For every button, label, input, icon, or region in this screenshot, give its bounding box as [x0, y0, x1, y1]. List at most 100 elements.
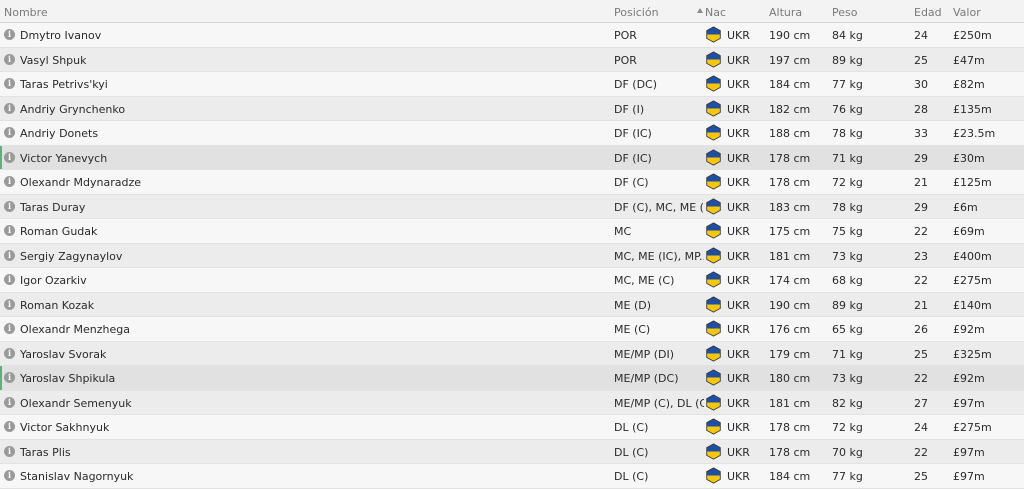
player-value: £47m — [953, 53, 985, 67]
player-name[interactable]: Yaroslav Svorak — [20, 348, 106, 361]
table-row[interactable]: i Taras Plis DL (C) UKR 178 cm 70 kg 22 £97m — [0, 439, 1024, 464]
player-position: POR — [614, 53, 637, 67]
info-icon[interactable]: i — [4, 225, 15, 236]
player-value: £275m — [953, 421, 992, 434]
table-row[interactable]: i Taras Duray DF (C), MC, ME (UKR 183 cm 78 … — [0, 194, 1024, 219]
squad-table: Nombre Posición Nac Altura Peso Edad Val… — [0, 0, 1024, 489]
column-header-peso[interactable]: Peso — [832, 6, 857, 19]
player-name[interactable]: Victor Yanevych — [20, 152, 107, 165]
player-name[interactable]: Olexandr Semenyuk — [20, 397, 132, 410]
ukraine-flag-icon — [706, 393, 721, 411]
player-weight: 68 kg — [832, 274, 863, 287]
player-value: £125m — [953, 176, 992, 189]
table-row[interactable]: i Andriy Donets DF (IC) UKR 188 cm 78 kg 33 £23… — [0, 121, 1024, 146]
player-name[interactable]: Andriy Donets — [20, 127, 98, 140]
table-row[interactable]: i Yaroslav Svorak ME/MP (DI) UKR 179 cm 71 kg… — [0, 341, 1024, 366]
player-name[interactable]: Roman Gudak — [20, 225, 97, 238]
column-header-posicion[interactable]: Posición — [614, 6, 659, 19]
table-row[interactable]: i Victor Sakhnyuk DL (C) UKR 178 cm 72 kg 24 £2… — [0, 415, 1024, 440]
player-nationality: UKR — [727, 225, 750, 238]
column-header-nombre[interactable]: Nombre — [4, 6, 48, 19]
ukraine-flag-icon — [706, 320, 721, 337]
ukraine-flag-icon — [706, 99, 721, 117]
info-icon[interactable]: i — [4, 151, 15, 163]
player-age: 23 — [914, 249, 928, 263]
table-row[interactable]: i Olexandr Menzhega ME (C) UKR 176 cm 65 kg 26… — [0, 317, 1024, 342]
info-icon[interactable]: i — [4, 347, 15, 359]
info-icon[interactable]: i — [4, 29, 15, 40]
player-value: £82m — [953, 78, 985, 91]
player-height: 179 cm — [769, 347, 811, 361]
table-row[interactable]: i Roman Gudak MC UKR 175 cm 75 kg 22 £69m — [0, 219, 1024, 244]
player-name[interactable]: Taras Duray — [20, 201, 85, 214]
ukraine-flag-icon — [706, 344, 721, 362]
column-header-edad[interactable]: Edad — [914, 6, 942, 19]
info-icon[interactable]: i — [4, 445, 15, 457]
table-row[interactable]: i Igor Ozarkiv MC, ME (C) UKR 174 cm 68 kg 22 £… — [0, 268, 1024, 293]
column-header-valor[interactable]: Valor — [953, 6, 981, 19]
player-name[interactable]: Vasyl Shpuk — [20, 54, 86, 67]
info-icon[interactable]: i — [4, 372, 15, 383]
player-nationality: UKR — [727, 298, 750, 312]
player-age: 22 — [914, 225, 928, 238]
player-weight: 84 kg — [832, 29, 863, 42]
player-name[interactable]: Victor Sakhnyuk — [20, 421, 109, 434]
info-icon[interactable]: i — [4, 127, 15, 138]
table-row[interactable]: i Andriy Grynchenko DF (I) UKR 182 cm 76 kg 28… — [0, 96, 1024, 121]
info-icon[interactable]: i — [4, 396, 15, 408]
info-icon[interactable]: i — [4, 421, 15, 432]
table-row[interactable]: i Dmytro Ivanov POR UKR 190 cm 84 kg 24 £250m — [0, 23, 1024, 48]
player-name[interactable]: Taras Petrivs'kyi — [20, 78, 108, 91]
player-nationality: UKR — [727, 347, 750, 361]
info-icon[interactable]: i — [4, 78, 15, 89]
player-position: DF (C) — [614, 176, 649, 189]
player-height: 176 cm — [769, 323, 811, 336]
table-row[interactable]: i Roman Kozak ME (D) UKR 190 cm 89 kg 21 £140m — [0, 292, 1024, 317]
table-row[interactable]: i Taras Petrivs'kyi DF (DC) UKR 184 cm 77 kg 3… — [0, 72, 1024, 97]
player-age: 21 — [914, 176, 928, 189]
info-icon[interactable]: i — [4, 176, 15, 187]
player-position: ME (D) — [614, 298, 651, 312]
player-position: MC, ME (IC), MP... — [614, 249, 704, 263]
table-row[interactable]: i Vasyl Shpuk POR UKR 197 cm 89 kg 25 £47m — [0, 47, 1024, 72]
player-name[interactable]: Olexandr Menzhega — [20, 323, 130, 336]
player-name[interactable]: Olexandr Mdynaradze — [20, 176, 141, 189]
table-row[interactable]: i Victor Yanevych DF (IC) UKR 178 cm 71 kg 29 £… — [0, 145, 1024, 170]
player-nationality: UKR — [727, 323, 750, 336]
info-icon[interactable]: i — [4, 102, 15, 114]
player-nationality: UKR — [727, 127, 750, 140]
player-name[interactable]: Igor Ozarkiv — [20, 274, 87, 287]
selection-marker — [0, 145, 2, 169]
table-row[interactable]: i Olexandr Semenyuk ME/MP (C), DL (C) UKR 18… — [0, 390, 1024, 415]
player-name[interactable]: Dmytro Ivanov — [20, 29, 101, 42]
player-weight: 73 kg — [832, 372, 863, 385]
info-icon[interactable]: i — [4, 53, 15, 65]
ukraine-flag-icon — [706, 271, 721, 288]
player-name[interactable]: Andriy Grynchenko — [20, 103, 125, 116]
info-icon[interactable]: i — [4, 298, 15, 310]
player-value: £140m — [953, 298, 992, 312]
table-row[interactable]: i Yaroslav Shpikula ME/MP (DC) UKR 180 cm 73 … — [0, 366, 1024, 391]
player-name[interactable]: Sergiy Zagynaylov — [20, 250, 122, 263]
player-value: £97m — [953, 445, 985, 459]
player-age: 28 — [914, 102, 928, 116]
player-value: £400m — [953, 249, 992, 263]
player-nationality: UKR — [727, 151, 750, 165]
player-nationality: UKR — [727, 249, 750, 263]
player-name[interactable]: Taras Plis — [20, 446, 71, 459]
sort-ascending-icon — [697, 8, 703, 13]
player-name[interactable]: Yaroslav Shpikula — [20, 372, 115, 385]
info-icon[interactable]: i — [4, 249, 15, 261]
info-icon[interactable]: i — [4, 274, 15, 285]
info-icon[interactable]: i — [4, 323, 15, 334]
column-header-altura[interactable]: Altura — [769, 6, 802, 19]
player-name[interactable]: Roman Kozak — [20, 299, 94, 312]
player-height: 182 cm — [769, 102, 811, 116]
table-row[interactable]: i Sergiy Zagynaylov MC, ME (IC), MP... UKR 1… — [0, 243, 1024, 268]
table-row[interactable]: i Stanislav Nagornyuk DL (C) UKR 184 cm 77 kg… — [0, 464, 1024, 489]
info-icon[interactable]: i — [4, 200, 15, 212]
column-header-nac[interactable]: Nac — [705, 6, 726, 19]
player-nationality: UKR — [727, 421, 750, 434]
table-row[interactable]: i Olexandr Mdynaradze DF (C) UKR 178 cm 72 kg… — [0, 170, 1024, 195]
player-age: 33 — [914, 127, 928, 140]
